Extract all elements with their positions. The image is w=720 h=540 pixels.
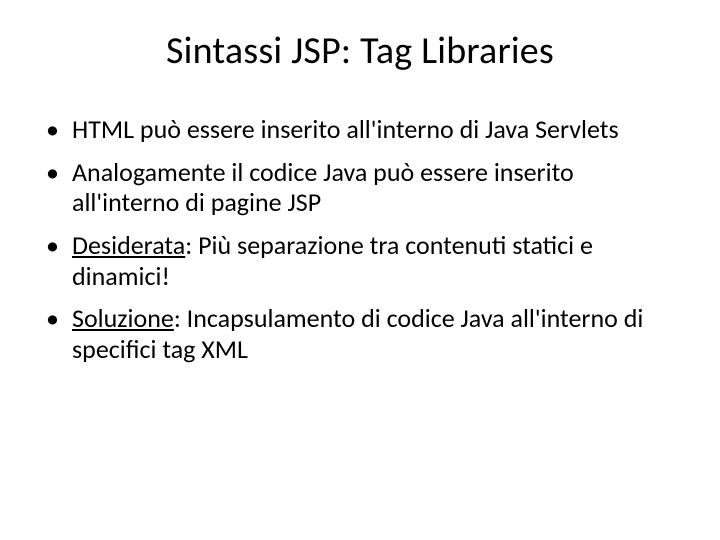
bullet-list: HTML può essere inserito all'interno di … [40, 114, 680, 365]
slide-title: Sintassi JSP: Tag Libraries [40, 28, 680, 74]
bullet-label: Soluzione [72, 302, 174, 334]
list-item: Desiderata: Più separazione tra contenut… [46, 230, 680, 291]
list-item: Soluzione: Incapsulamento di codice Java… [46, 303, 680, 364]
list-item: Analogamente il codice Java può essere i… [46, 157, 680, 218]
bullet-label: Desiderata [72, 229, 185, 261]
slide: Sintassi JSP: Tag Libraries HTML può ess… [0, 0, 720, 540]
list-item: HTML può essere inserito all'interno di … [46, 114, 680, 145]
